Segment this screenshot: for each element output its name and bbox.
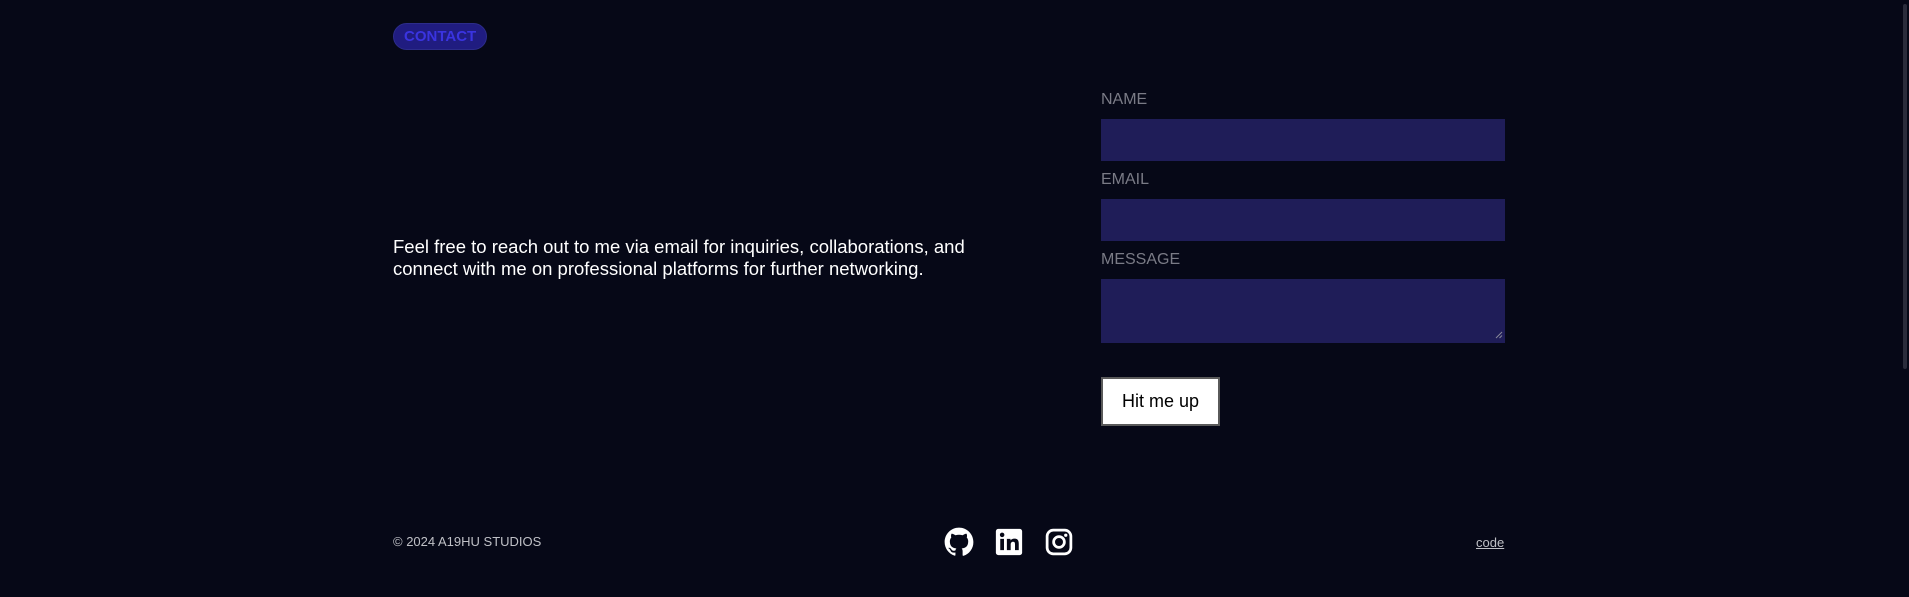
email-input[interactable] — [1101, 199, 1505, 241]
name-input[interactable] — [1101, 119, 1505, 161]
footer-copyright: © 2024 A19HU STUDIOS — [393, 534, 542, 549]
scrollbar-thumb[interactable] — [1903, 4, 1907, 369]
textarea-resize-handle-icon[interactable] — [1495, 331, 1503, 339]
contact-intro-text: Feel free to reach out to me via email f… — [393, 236, 965, 279]
email-label: EMAIL — [1101, 171, 1150, 188]
linkedin-icon[interactable] — [994, 527, 1024, 557]
message-label: MESSAGE — [1101, 251, 1181, 268]
page-scrollbar[interactable] — [1895, 0, 1909, 597]
contact-page: CONTACT Feel free to reach out to me via… — [0, 0, 1909, 597]
message-textarea[interactable] — [1101, 279, 1505, 343]
source-code-link[interactable]: code — [1476, 535, 1504, 551]
instagram-icon[interactable] — [1044, 527, 1074, 557]
name-label: NAME — [1101, 91, 1148, 108]
contact-section-badge: CONTACT — [393, 23, 488, 50]
github-icon[interactable] — [944, 527, 974, 557]
submit-button[interactable]: Hit me up — [1101, 377, 1220, 426]
